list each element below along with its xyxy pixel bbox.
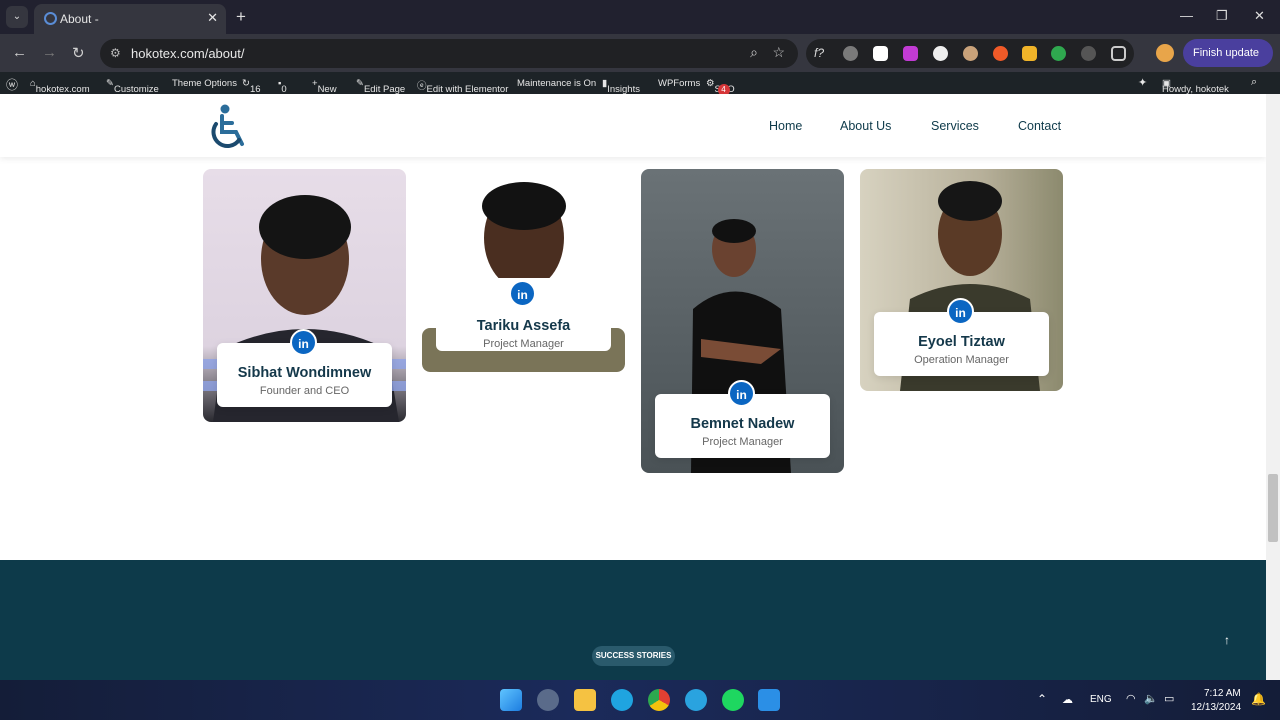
tab-search-button[interactable]: ⌄ <box>6 6 28 28</box>
elementor-link[interactable]: ⓔ Edit with Elementor <box>417 78 508 95</box>
chrome-browser-icon[interactable] <box>648 689 670 711</box>
linkedin-icon[interactable]: in <box>509 280 536 307</box>
nav-services[interactable]: Services <box>931 119 979 133</box>
forward-button[interactable]: → <box>42 44 57 61</box>
member-name: Bemnet Nadew <box>690 416 795 432</box>
scrollbar-thumb[interactable] <box>1268 474 1278 542</box>
linkedin-icon[interactable]: in <box>947 298 974 325</box>
battery-icon[interactable]: ▭ <box>1164 692 1174 705</box>
formula-extension-icon[interactable]: f? <box>814 46 829 61</box>
search-icon[interactable]: ⌕ <box>1251 76 1257 89</box>
howdy-link[interactable]: Howdy, hokotek ▣ <box>1162 78 1229 95</box>
member-name: Sibhat Wondimnew <box>237 365 372 381</box>
onedrive-icon[interactable]: ☁ <box>1062 693 1073 706</box>
back-button[interactable]: ← <box>12 44 27 61</box>
page-viewport: Home About Us Services Contact Sibhat Wo… <box>0 94 1266 680</box>
spotify-icon[interactable] <box>722 689 744 711</box>
extension-icon[interactable] <box>873 46 888 61</box>
team-card: Bemnet Nadew Project Manager in <box>641 169 844 473</box>
edit-page-link[interactable]: ✎ Edit Page <box>356 78 405 95</box>
clock-date[interactable]: 12/13/2024 <box>1191 702 1241 713</box>
scroll-to-top-button[interactable]: ↑ <box>1224 633 1230 647</box>
theme-options-link[interactable]: Theme Options <box>172 78 237 89</box>
accessibility-logo-icon[interactable] <box>206 102 252 150</box>
site-favicon-icon <box>44 12 57 25</box>
minimize-button[interactable]: — <box>1180 8 1193 23</box>
close-window-button[interactable]: ✕ <box>1254 8 1265 24</box>
nav-about-us[interactable]: About Us <box>840 119 891 133</box>
extension-icon[interactable] <box>1081 46 1096 61</box>
extensions-puzzle-icon[interactable] <box>1111 46 1126 61</box>
admin-site-link[interactable]: ⌂ hokotex.com <box>30 78 90 95</box>
page-scrollbar[interactable] <box>1266 94 1280 680</box>
member-role: Founder and CEO <box>259 385 350 397</box>
telegram-icon[interactable] <box>685 689 707 711</box>
success-stories-badge: SUCCESS STORIES <box>592 646 675 666</box>
settings-icon[interactable] <box>537 689 559 711</box>
extension-icon[interactable] <box>963 46 978 61</box>
finish-update-label: Finish update <box>1193 47 1260 59</box>
success-stories-section: SUCCESS STORIES ↑ <box>0 560 1266 680</box>
new-link[interactable]: + New <box>312 78 337 95</box>
new-tab-button[interactable]: + <box>236 7 246 27</box>
extensions-area: f? <box>806 39 1134 68</box>
member-name: Eyoel Tiztaw <box>918 334 1005 350</box>
site-info-icon[interactable]: ⚙ <box>110 46 121 60</box>
linkedin-icon[interactable]: in <box>728 380 755 407</box>
browser-toolbar: ← → ↻ ⚙ hokotex.com/about/ ⌕ ☆ f? Finish… <box>0 34 1280 87</box>
updates-link[interactable]: ↻ 16 <box>242 78 261 95</box>
comments-link[interactable]: ▪ 0 <box>278 78 287 95</box>
language-indicator[interactable]: ENG <box>1090 694 1112 705</box>
notification-bell-icon[interactable]: 🔔 <box>1251 692 1266 706</box>
wp-admin-bar: ⓦ ⌂ hokotex.com ✎ Customize Theme Option… <box>0 72 1280 96</box>
nav-home[interactable]: Home <box>769 119 802 133</box>
close-tab-icon[interactable]: ✕ <box>207 10 218 26</box>
reload-button[interactable]: ↻ <box>72 44 85 62</box>
edge-browser-icon[interactable] <box>611 689 633 711</box>
seo-link[interactable]: ⚙ SEO4 <box>706 78 735 96</box>
extension-icon[interactable] <box>843 46 858 61</box>
extension-icon[interactable] <box>1022 46 1037 61</box>
maintenance-link[interactable]: Maintenance is On <box>517 78 596 89</box>
profile-avatar[interactable] <box>1156 44 1174 62</box>
wpforms-link[interactable]: WPForms <box>658 78 700 89</box>
browser-tab[interactable]: About - ✕ <box>34 4 226 34</box>
finish-update-button[interactable]: Finish update ⋮ <box>1183 39 1273 87</box>
wifi-icon[interactable]: ◠ <box>1126 692 1136 705</box>
file-explorer-icon[interactable] <box>574 689 596 711</box>
member-role: Operation Manager <box>914 354 1009 366</box>
nav-contact[interactable]: Contact <box>1018 119 1061 133</box>
zoom-icon[interactable]: ⌕ <box>750 44 758 61</box>
windows-taskbar: ⌃ ☁ ENG ◠ 🔈 ▭ 7:12 AM 12/13/2024 🔔 <box>0 680 1280 720</box>
download-extension-icon[interactable] <box>903 46 918 61</box>
customize-link[interactable]: ✎ Customize <box>106 78 159 95</box>
tab-title: About - <box>60 12 99 26</box>
start-button-icon[interactable] <box>500 689 522 711</box>
team-card: Eyoel Tiztaw Operation Manager in <box>860 169 1063 391</box>
restore-button[interactable]: ❐ <box>1216 8 1228 24</box>
extension-icon[interactable] <box>1051 46 1066 61</box>
team-card: Tariku Assefa Project Manager in <box>422 178 625 372</box>
member-role: Project Manager <box>702 436 783 448</box>
extension-icon[interactable] <box>933 46 948 61</box>
linkedin-icon[interactable]: in <box>290 329 317 356</box>
volume-icon[interactable]: 🔈 <box>1144 692 1158 705</box>
extension-icon[interactable] <box>993 46 1008 61</box>
wordpress-logo-icon[interactable]: ⓦ <box>6 76 18 93</box>
clock-time[interactable]: 7:12 AM <box>1204 688 1241 699</box>
url-text: hokotex.com/about/ <box>131 46 245 61</box>
vscode-icon[interactable] <box>758 689 780 711</box>
address-bar[interactable]: ⚙ hokotex.com/about/ ⌕ ☆ <box>100 39 798 68</box>
member-role: Project Manager <box>483 338 564 350</box>
site-header: Home About Us Services Contact <box>0 94 1266 157</box>
team-card: Sibhat Wondimnew Founder and CEO in <box>203 169 406 422</box>
sparkle-icon[interactable]: ✦ <box>1138 76 1147 89</box>
insights-link[interactable]: ▮ Insights <box>602 78 640 95</box>
browser-tab-strip: ⌄ About - ✕ + — ❐ ✕ <box>0 0 1280 34</box>
member-name: Tariku Assefa <box>476 318 571 334</box>
tray-chevron-icon[interactable]: ⌃ <box>1037 692 1047 706</box>
bookmark-star-icon[interactable]: ☆ <box>772 44 785 61</box>
